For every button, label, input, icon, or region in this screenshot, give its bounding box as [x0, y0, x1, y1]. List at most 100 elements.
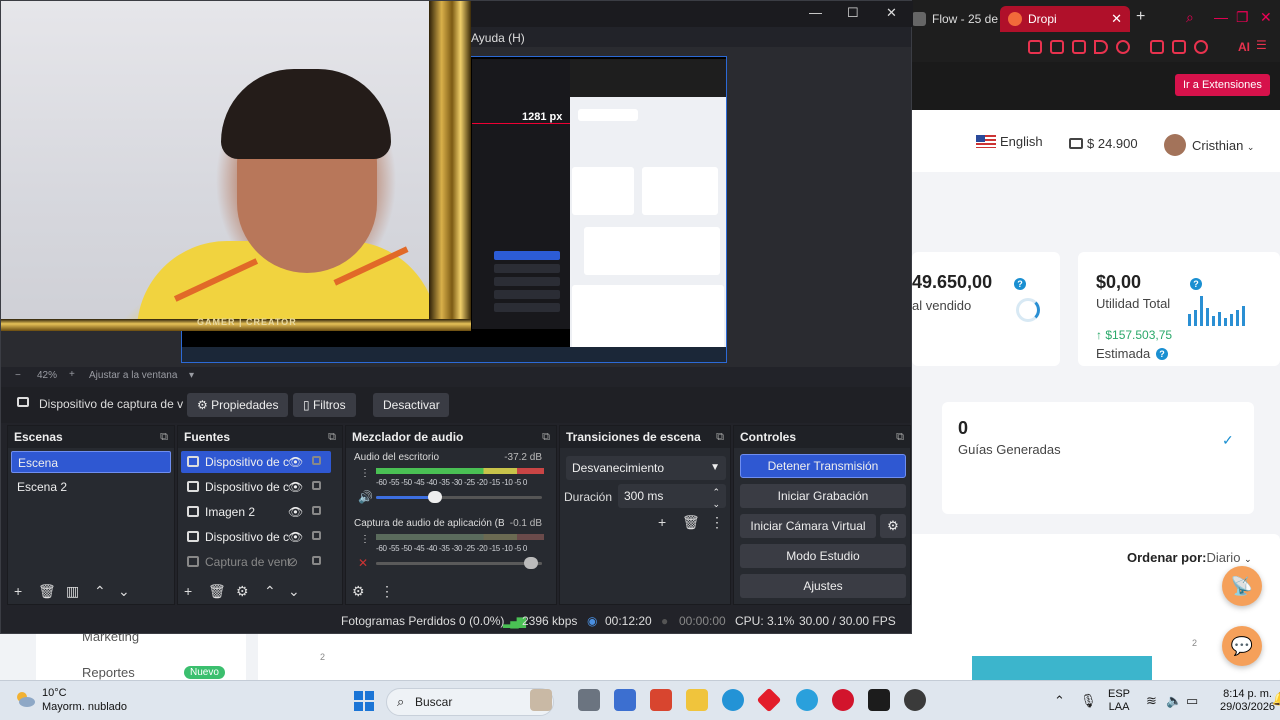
- search-icon[interactable]: ⌕: [1186, 9, 1194, 26]
- volume-icon[interactable]: 🔈: [1166, 693, 1182, 709]
- menu-icon[interactable]: ☰: [1256, 38, 1270, 52]
- file-explorer-icon[interactable]: [686, 689, 708, 711]
- wallet-balance[interactable]: $ 24.900: [1069, 136, 1138, 151]
- volume-slider[interactable]: [376, 557, 542, 569]
- help-icon[interactable]: ?: [1156, 348, 1168, 360]
- chat-icon[interactable]: 💬: [1222, 626, 1262, 666]
- undock-icon[interactable]: ⧉: [716, 426, 724, 448]
- fit-window-label[interactable]: Ajustar a la ventana: [89, 370, 177, 381]
- up-icon[interactable]: ⌃: [94, 583, 106, 600]
- minimize-icon[interactable]: —: [809, 5, 822, 20]
- order-by-selector[interactable]: Ordenar por:Diario ⌄: [1127, 550, 1252, 565]
- notification-bell-icon[interactable]: 🔔: [1272, 691, 1280, 707]
- start-recording-button[interactable]: Iniciar Grabación: [740, 484, 906, 508]
- menu-help[interactable]: Ayuda (H): [471, 31, 525, 45]
- muted-speaker-icon[interactable]: ✕: [358, 556, 368, 570]
- trash-icon[interactable]: 🗑: [38, 583, 56, 600]
- trash-icon[interactable]: 🗑: [682, 514, 700, 531]
- download-icon[interactable]: [1172, 40, 1186, 54]
- zoom-in-icon[interactable]: +: [69, 369, 75, 380]
- microphone-icon[interactable]: 🎙: [1080, 693, 1097, 709]
- gear-icon[interactable]: ⚙: [352, 583, 365, 600]
- close-icon[interactable]: ✕: [1260, 9, 1272, 26]
- heart-icon[interactable]: [1116, 40, 1130, 54]
- studio-mode-button[interactable]: Modo Estudio: [740, 544, 906, 568]
- pin-icon[interactable]: [1028, 40, 1042, 54]
- tab-dropi[interactable]: Dropi ✕: [1000, 6, 1130, 32]
- maximize-icon[interactable]: ☐: [847, 5, 859, 21]
- more-icon[interactable]: ⋮: [710, 514, 724, 531]
- duration-input[interactable]: 300 ms ⌃ ⌄: [618, 484, 726, 509]
- more-icon[interactable]: ⋮: [380, 583, 394, 600]
- more-icon[interactable]: ⋮: [360, 468, 370, 479]
- chevron-up-icon[interactable]: ⌃: [1054, 693, 1065, 709]
- deactivate-button[interactable]: Desactivar: [373, 393, 449, 417]
- close-tab-icon[interactable]: ✕: [1111, 6, 1122, 32]
- battery-icon[interactable]: ▭: [1186, 693, 1198, 709]
- volume-knob[interactable]: [428, 491, 442, 503]
- sidebar-item-reports[interactable]: Reportes: [82, 665, 135, 680]
- shield-icon[interactable]: [1072, 40, 1086, 54]
- close-icon[interactable]: ✕: [886, 5, 897, 21]
- audio-app-icon[interactable]: [868, 689, 890, 711]
- minimize-icon[interactable]: —: [1214, 9, 1228, 25]
- undock-icon[interactable]: ⧉: [896, 426, 904, 448]
- lock-icon[interactable]: [312, 481, 321, 490]
- lock-icon[interactable]: [312, 506, 321, 515]
- add-icon[interactable]: +: [184, 583, 192, 599]
- add-icon[interactable]: +: [14, 583, 22, 599]
- broadcast-icon[interactable]: 📡: [1222, 566, 1262, 606]
- crop-icon[interactable]: [1050, 40, 1064, 54]
- undock-icon[interactable]: ⧉: [542, 426, 550, 448]
- ai-button[interactable]: AI: [1238, 40, 1250, 54]
- red-app-icon[interactable]: [756, 687, 782, 713]
- virtual-camera-button[interactable]: Iniciar Cámara Virtual: [740, 514, 876, 538]
- tab-flow[interactable]: Flow - 25 de: [904, 6, 998, 32]
- user-menu[interactable]: Cristhian ⌄: [1164, 134, 1254, 156]
- language-indicator[interactable]: ESP LAA: [1108, 688, 1130, 714]
- lock-icon[interactable]: [312, 456, 321, 465]
- wifi-icon[interactable]: ≋: [1146, 693, 1157, 709]
- speaker-icon[interactable]: 🔊: [358, 490, 373, 504]
- more-icon[interactable]: ⋮: [360, 534, 370, 545]
- lock-icon[interactable]: [312, 556, 321, 565]
- up-icon[interactable]: ⌃: [264, 583, 276, 600]
- widget-app-icon[interactable]: [530, 689, 552, 711]
- play-icon[interactable]: [1094, 40, 1108, 54]
- volume-knob[interactable]: [524, 557, 538, 569]
- undock-icon[interactable]: ⧉: [328, 426, 336, 448]
- edge-icon[interactable]: [722, 689, 744, 711]
- copilot-icon[interactable]: [650, 689, 672, 711]
- down-icon[interactable]: ⌄: [118, 583, 130, 600]
- store-icon[interactable]: [614, 689, 636, 711]
- extensions-icon[interactable]: [1150, 40, 1164, 54]
- gear-icon[interactable]: ⚙: [236, 583, 249, 600]
- properties-button[interactable]: ⚙ Propiedades: [187, 393, 289, 417]
- transition-select[interactable]: Desvanecimiento ▼: [566, 456, 726, 480]
- gear-icon[interactable]: ⚙: [880, 514, 906, 538]
- trash-icon[interactable]: 🗑: [208, 583, 226, 600]
- stop-stream-button[interactable]: Detener Transmisión: [740, 454, 906, 478]
- help-icon[interactable]: ?: [1014, 278, 1026, 290]
- settings-button[interactable]: Ajustes: [740, 574, 906, 598]
- add-icon[interactable]: +: [658, 514, 666, 530]
- filters-button[interactable]: ▯ Filtros: [293, 393, 356, 417]
- help-icon[interactable]: ?: [1190, 278, 1202, 290]
- volume-slider[interactable]: [376, 491, 542, 503]
- opera-icon[interactable]: [832, 689, 854, 711]
- undock-icon[interactable]: ⧉: [160, 426, 168, 448]
- obs-icon[interactable]: [904, 689, 926, 711]
- taskbar-search[interactable]: ⌕ Buscar: [386, 688, 554, 716]
- restore-icon[interactable]: ❐: [1236, 9, 1249, 26]
- chrome-icon[interactable]: [796, 689, 818, 711]
- scene-item[interactable]: Escena 2: [11, 476, 171, 498]
- new-tab-button[interactable]: +: [1136, 8, 1145, 26]
- lock-icon[interactable]: [312, 531, 321, 540]
- stepper-down-icon[interactable]: ⌄: [712, 492, 720, 516]
- clock[interactable]: 8:14 p. m. 29/03/2026: [1220, 688, 1275, 714]
- filter-icon[interactable]: ▥: [66, 583, 79, 600]
- chevron-down-icon[interactable]: ▾: [189, 370, 194, 381]
- language-selector[interactable]: English: [976, 134, 1043, 149]
- zoom-out-icon[interactable]: −: [15, 370, 21, 381]
- task-view-icon[interactable]: [578, 689, 600, 711]
